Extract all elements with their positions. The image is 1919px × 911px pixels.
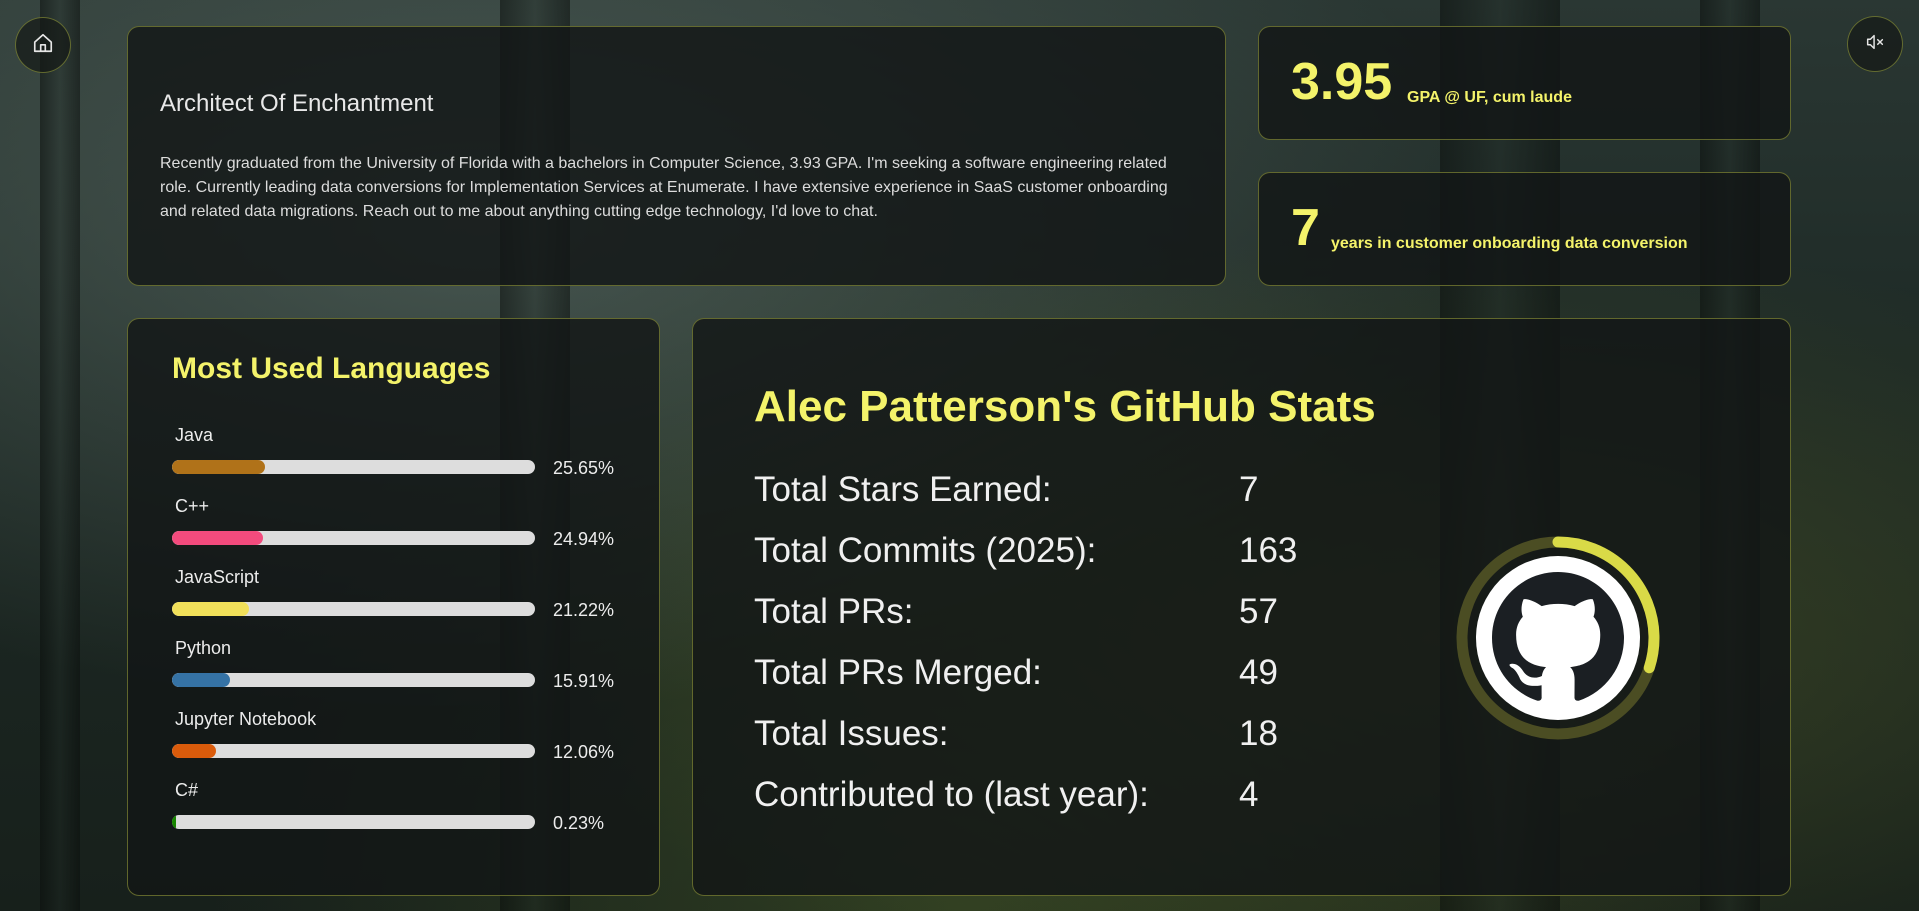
language-bar-track xyxy=(172,531,535,545)
language-bar-track xyxy=(172,602,535,616)
github-stat-value: 4 xyxy=(1239,775,1259,814)
language-bar-fill xyxy=(172,673,230,687)
github-stat-value: 49 xyxy=(1239,653,1278,692)
language-percent: 12.06% xyxy=(553,742,615,762)
language-bar-fill xyxy=(172,815,177,829)
about-title: Architect Of Enchantment xyxy=(160,90,434,117)
language-bar-fill xyxy=(172,744,216,758)
language-row: Java 25.65% xyxy=(172,425,622,485)
language-name: JavaScript xyxy=(175,567,260,587)
language-bar-track xyxy=(172,744,535,758)
github-stat-label: Total Issues: xyxy=(754,714,949,753)
home-icon xyxy=(32,32,54,59)
github-progress-ring xyxy=(1452,532,1664,744)
language-row: C++ 24.94% xyxy=(172,496,622,556)
language-percent: 25.65% xyxy=(553,458,615,478)
language-percent: 24.94% xyxy=(553,529,615,549)
language-name: C++ xyxy=(175,496,210,516)
years-stat-card xyxy=(1258,172,1791,286)
language-bar-fill xyxy=(172,531,263,545)
mute-button[interactable] xyxy=(1847,16,1903,72)
language-name: C# xyxy=(175,780,199,800)
years-value: 7 xyxy=(1291,199,1320,257)
github-stat-value: 57 xyxy=(1239,592,1278,631)
language-percent: 15.91% xyxy=(553,671,615,691)
language-row: JavaScript 21.22% xyxy=(172,567,622,627)
about-body: Recently graduated from the University o… xyxy=(160,155,1168,220)
language-bar-track xyxy=(172,815,535,829)
github-stat-label: Contributed to (last year): xyxy=(754,775,1149,814)
language-row: C# 0.23% xyxy=(172,780,622,840)
language-percent: 0.23% xyxy=(553,813,605,833)
languages-title: Most Used Languages xyxy=(172,352,491,385)
github-stats-title: Alec Patterson's GitHub Stats xyxy=(754,382,1376,431)
language-bar-fill xyxy=(172,460,266,474)
language-row: Jupyter Notebook 12.06% xyxy=(172,709,622,769)
github-stat-label: Total PRs Merged: xyxy=(754,653,1042,692)
years-label: years in customer onboarding data conver… xyxy=(1331,235,1688,252)
gpa-value: 3.95 xyxy=(1291,53,1393,111)
gpa-label: GPA @ UF, cum laude xyxy=(1407,89,1572,106)
github-stat-value: 163 xyxy=(1239,531,1298,570)
github-stat-value: 18 xyxy=(1239,714,1278,753)
github-stat-label: Total PRs: xyxy=(754,592,914,631)
home-button[interactable] xyxy=(15,17,71,73)
background-tree xyxy=(40,0,80,911)
github-stat-label: Total Stars Earned: xyxy=(754,470,1052,509)
language-row: Python 15.91% xyxy=(172,638,622,698)
github-icon xyxy=(1476,556,1640,720)
language-bar-track xyxy=(172,673,535,687)
language-percent: 21.22% xyxy=(553,600,615,620)
language-name: Java xyxy=(175,425,214,445)
language-name: Jupyter Notebook xyxy=(175,709,317,729)
github-stat-label: Total Commits (2025): xyxy=(754,531,1097,570)
language-bar-track xyxy=(172,460,535,474)
volume-mute-icon xyxy=(1864,31,1886,58)
language-bar-fill xyxy=(172,602,250,616)
language-name: Python xyxy=(175,638,232,658)
github-stat-value: 7 xyxy=(1239,470,1259,509)
